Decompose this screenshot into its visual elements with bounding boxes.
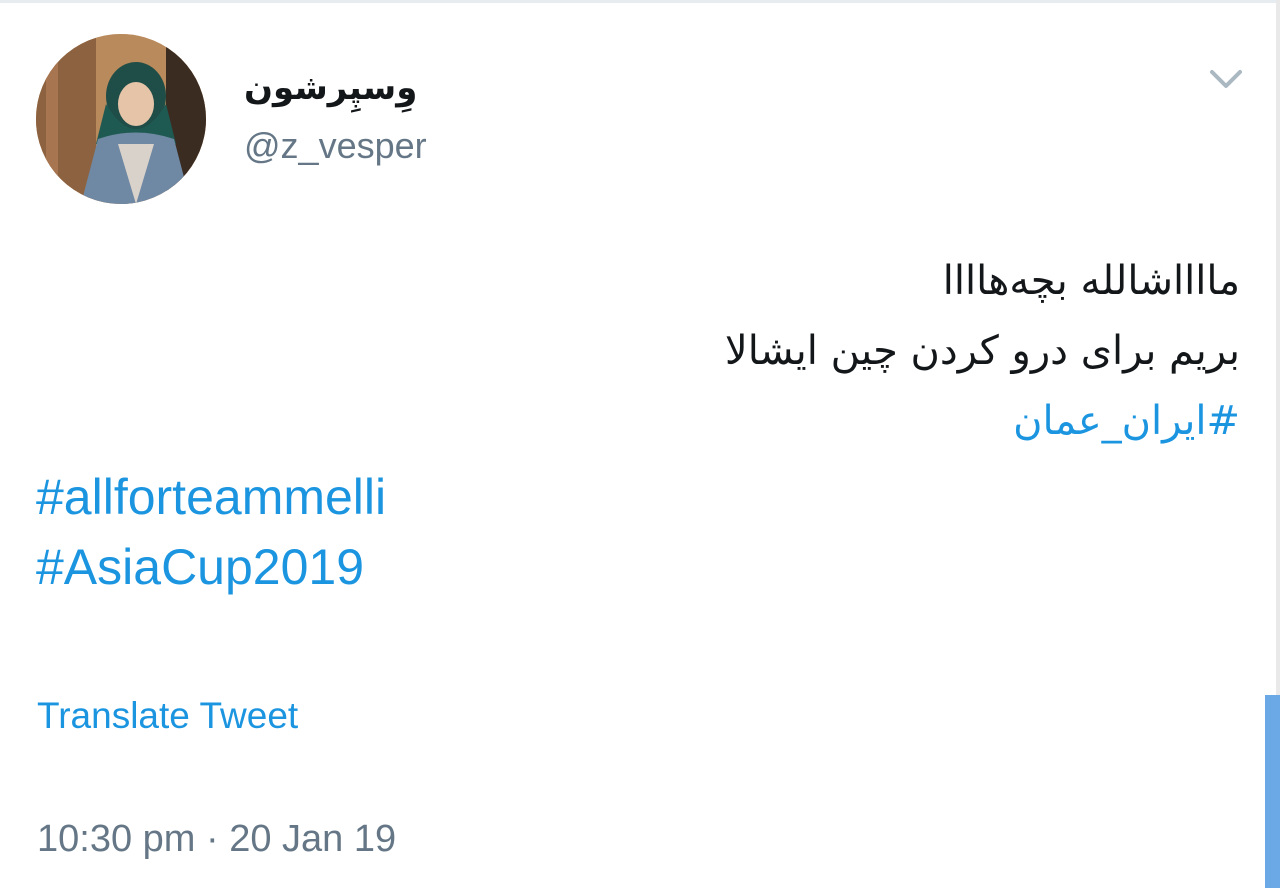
hashtag-link[interactable]: #allforteammelli	[36, 462, 386, 532]
tweet-text-rtl: مااااشالله بچه‌هاااا بریم برای درو کردن …	[340, 246, 1240, 456]
tweet-text-line: مااااشالله بچه‌هاااا	[942, 258, 1240, 304]
tweet-text-line: بریم برای درو کردن چین ایشالا	[724, 328, 1240, 374]
scroll-track	[1276, 0, 1280, 695]
hashtag-link[interactable]: #AsiaCup2019	[36, 532, 386, 602]
scrollbar-thumb[interactable]	[1265, 695, 1280, 888]
tweet-detail-view: وِسپِرشون @z_vesper مااااشالله بچه‌هاااا…	[0, 0, 1280, 888]
tweet-timestamp[interactable]: 10:30 pm · 20 Jan 19	[37, 818, 396, 861]
author-display-name[interactable]: وِسپِرشون	[244, 68, 417, 108]
hashtag-link[interactable]: #ایران_عمان	[340, 386, 1240, 456]
tweet-text-ltr: #allforteammelli #AsiaCup2019	[36, 462, 386, 602]
translate-tweet-link[interactable]: Translate Tweet	[37, 695, 298, 737]
top-divider	[0, 0, 1280, 3]
author-handle[interactable]: @z_vesper	[244, 125, 427, 167]
chevron-down-icon[interactable]	[1208, 66, 1244, 94]
profile-photo-icon	[36, 34, 206, 204]
avatar[interactable]	[36, 34, 206, 204]
